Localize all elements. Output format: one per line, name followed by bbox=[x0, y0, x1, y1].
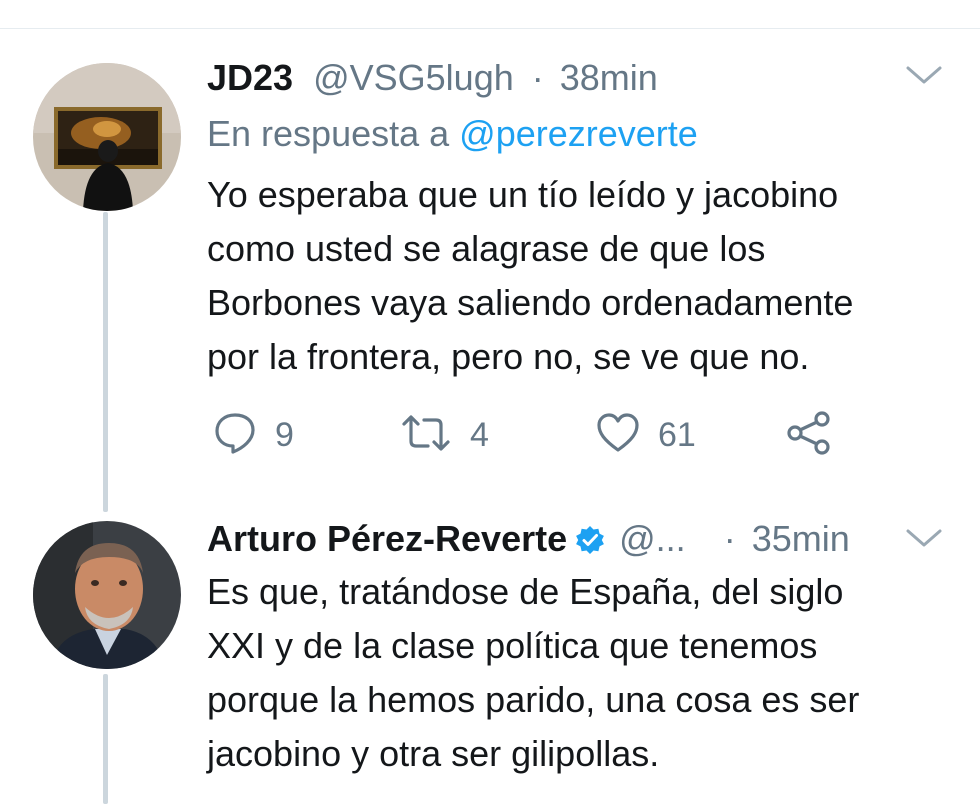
reply-count: 9 bbox=[275, 415, 294, 454]
tweet-text-line: Borbones vaya saliendo ordenadamente bbox=[207, 282, 854, 323]
tweet-header: Arturo Pérez-Reverte @... · 35min bbox=[207, 519, 850, 563]
like-button[interactable]: 61 bbox=[596, 412, 696, 458]
retweet-icon bbox=[400, 411, 452, 460]
tweet-text-line: jacobino y otra ser gilipollas. bbox=[207, 733, 660, 774]
top-divider bbox=[0, 28, 980, 29]
separator: · bbox=[723, 518, 736, 559]
retweet-count: 4 bbox=[470, 415, 489, 454]
tweet-text: Yo esperaba que un tío leído y jacobino … bbox=[207, 168, 853, 384]
reply-context: En respuesta a @perezreverte bbox=[207, 114, 698, 154]
heart-icon bbox=[596, 411, 640, 460]
thread-line bbox=[103, 212, 108, 512]
display-name[interactable]: Arturo Pérez-Reverte bbox=[207, 518, 567, 559]
share-button[interactable] bbox=[786, 410, 832, 460]
retweet-button[interactable]: 4 bbox=[400, 412, 489, 458]
separator: · bbox=[531, 57, 544, 98]
mention-link[interactable]: @perezreverte bbox=[459, 113, 698, 154]
reply-button[interactable]: 9 bbox=[213, 412, 294, 458]
username[interactable]: @... bbox=[619, 518, 686, 559]
tweet-text-line: porque la hemos parido, una cosa es ser bbox=[207, 679, 860, 720]
username[interactable]: @VSG5lugh bbox=[313, 57, 514, 98]
tweet-text-line: Yo esperaba que un tío leído y jacobino bbox=[207, 174, 839, 215]
thread-line bbox=[103, 674, 108, 804]
avatar[interactable] bbox=[33, 521, 181, 669]
timestamp[interactable]: 38min bbox=[560, 57, 658, 98]
reply-icon bbox=[213, 411, 257, 460]
chevron-down-icon[interactable] bbox=[905, 64, 943, 93]
avatar[interactable] bbox=[33, 63, 181, 211]
timestamp[interactable]: 35min bbox=[752, 518, 850, 559]
tweet-text-line: por la frontera, pero no, se ve que no. bbox=[207, 336, 810, 377]
like-count: 61 bbox=[658, 415, 696, 454]
tweet-text-line: como usted se alagrase de que los bbox=[207, 228, 766, 269]
verified-badge-icon bbox=[575, 523, 605, 563]
tweet-text-line: XXI y de la clase política que tenemos bbox=[207, 625, 818, 666]
share-icon bbox=[786, 410, 832, 460]
display-name[interactable]: JD23 bbox=[207, 57, 293, 98]
reply-prefix: En respuesta a bbox=[207, 113, 450, 154]
tweet-text-line: Es que, tratándose de España, del siglo bbox=[207, 571, 844, 612]
chevron-down-icon[interactable] bbox=[905, 527, 943, 556]
tweet-header: JD23 @VSG5lugh · 38min bbox=[207, 58, 658, 98]
tweet-text: Es que, tratándose de España, del siglo … bbox=[207, 565, 859, 781]
